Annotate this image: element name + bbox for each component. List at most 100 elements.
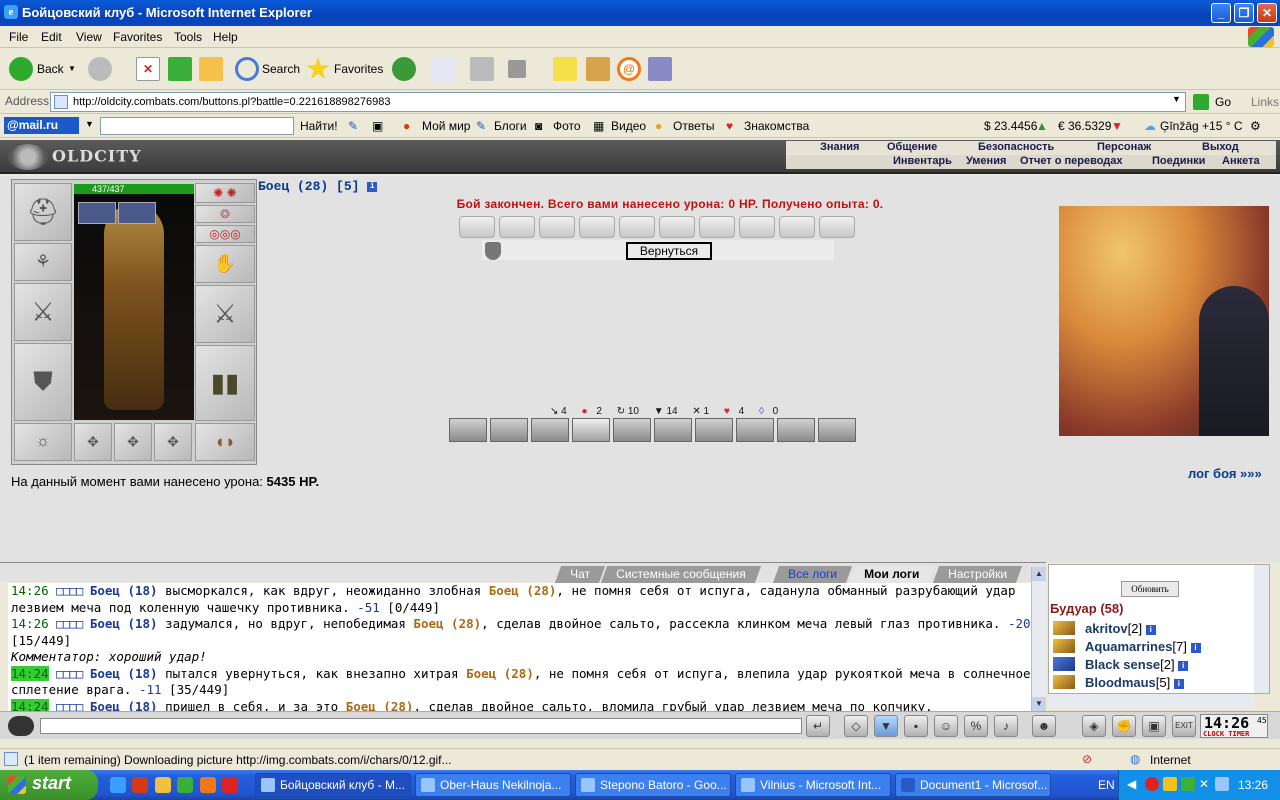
scroll-up-icon[interactable]: ▲ (1032, 567, 1046, 581)
belt-slot[interactable]: ☼ (14, 423, 72, 461)
scroll-slot[interactable] (539, 216, 575, 238)
info-icon[interactable]: i (1145, 624, 1156, 635)
task-oberhaus[interactable]: Ober-Haus Nekilnoja... (415, 773, 571, 797)
chat-avatar-icon[interactable] (8, 716, 34, 736)
skill-helm[interactable] (695, 418, 733, 442)
info-icon[interactable]: i (1173, 678, 1184, 689)
skill-attack[interactable] (449, 418, 487, 442)
room-title[interactable]: Будуар (58) (1050, 601, 1123, 616)
blocked-icon[interactable]: ⊘ (1082, 752, 1092, 766)
user-icon[interactable]: ☺ (934, 715, 958, 737)
private-message-icon[interactable] (1053, 657, 1075, 671)
fist-icon[interactable]: ✊ (1112, 715, 1136, 737)
users-horizontal-scrollbar[interactable] (1048, 694, 1254, 708)
tab-all-logs[interactable]: Все логи (772, 566, 852, 583)
language-indicator[interactable]: EN (1098, 778, 1115, 792)
minimize-button[interactable]: _ (1211, 3, 1231, 23)
exit-icon[interactable]: EXIT (1172, 715, 1196, 737)
maximize-button[interactable]: ❐ (1234, 3, 1254, 23)
scroll-slot[interactable] (659, 216, 695, 238)
user-item[interactable]: Aquamarrines[7] i (1085, 639, 1201, 654)
print-icon[interactable] (470, 57, 494, 81)
scroll-slot[interactable] (619, 216, 655, 238)
scroll-slot[interactable] (579, 216, 615, 238)
menu-favorites[interactable]: Favorites (113, 30, 162, 44)
mailru-logo[interactable]: @mail.ru (4, 117, 79, 134)
weapon-slot[interactable]: ⚔ (14, 283, 72, 341)
private-message-icon[interactable] (1053, 675, 1075, 689)
user-item[interactable]: Bloodmaus[5] i (1085, 675, 1184, 690)
skill-strike[interactable] (531, 418, 569, 442)
user-item[interactable]: Black sense[2] i (1085, 657, 1189, 672)
mailru-link-blogs[interactable]: Блоги (494, 119, 527, 133)
clip-icon[interactable]: ▣ (372, 119, 383, 133)
translit-icon[interactable]: % (964, 715, 988, 737)
nav-skills[interactable]: Умения (966, 155, 1006, 167)
mailru-link-photo[interactable]: Фото (553, 119, 581, 133)
history-icon[interactable] (392, 57, 416, 81)
menu-view[interactable]: View (76, 30, 102, 44)
nav-inventory[interactable]: Инвентарь (893, 155, 952, 167)
app-quicklaunch-icon[interactable] (155, 777, 171, 793)
armor-slot[interactable]: ⛊ (14, 343, 72, 421)
tray-security-icon[interactable] (1145, 777, 1159, 791)
info-icon[interactable]: i (367, 181, 378, 192)
at-mail-icon[interactable]: @ (617, 57, 641, 81)
start-button[interactable]: start (0, 770, 98, 800)
tray-network-icon[interactable] (1181, 777, 1195, 791)
mailru-settings-icon[interactable]: ⚙ (1250, 119, 1261, 133)
buff-slot-1[interactable] (78, 202, 116, 224)
weather-text[interactable]: Ģīnžāg +15 ° C (1160, 119, 1243, 133)
battle-log-link[interactable]: лог боя »»» (1188, 466, 1262, 481)
task-vilnius[interactable]: Vilnius - Microsoft Int... (735, 773, 891, 797)
return-button[interactable]: Вернуться (626, 242, 712, 260)
rings-slot[interactable]: ◎◎◎ (195, 225, 255, 243)
scroll-slot[interactable] (779, 216, 815, 238)
sound-icon[interactable]: ♪ (994, 715, 1018, 737)
tray-back-icon[interactable]: ◀ (1127, 777, 1136, 791)
scroll-slot[interactable] (819, 216, 855, 238)
back-button-label[interactable]: Back (37, 62, 64, 76)
media-quicklaunch-icon[interactable] (200, 777, 216, 793)
nav-profile[interactable]: Анкета (1222, 155, 1260, 167)
lock-icon[interactable]: ▣ (1142, 715, 1166, 737)
boots-slot[interactable]: ◖◗ (195, 423, 255, 461)
links-label[interactable]: Links (1251, 95, 1279, 109)
search-button-label[interactable]: Search (262, 62, 300, 76)
mailru-link-dating[interactable]: Знакомства (744, 119, 809, 133)
nav-character[interactable]: Персонаж (1097, 141, 1151, 153)
refresh-button[interactable]: Обновить (1121, 581, 1179, 597)
bracers-slot[interactable]: ⚘ (14, 243, 72, 281)
mail-icon[interactable] (431, 57, 455, 81)
skill-power[interactable] (654, 418, 692, 442)
opera-quicklaunch-icon[interactable] (132, 777, 148, 793)
address-dropdown-icon[interactable]: ▼ (1172, 94, 1181, 104)
refresh-icon[interactable] (168, 57, 192, 81)
private-message-icon[interactable] (1053, 621, 1075, 635)
home-icon[interactable] (199, 57, 223, 81)
edit-icon[interactable] (508, 60, 526, 78)
nav-social[interactable]: Общение (887, 141, 937, 153)
address-url[interactable]: http://oldcity.combats.com/buttons.pl?ba… (73, 96, 391, 108)
usd-rate[interactable]: $ 23.4456 (984, 119, 1037, 133)
skill-shield[interactable] (613, 418, 651, 442)
nav-security[interactable]: Безопасность (978, 141, 1054, 153)
tray-error-icon[interactable]: ✕ (1199, 777, 1209, 791)
clock-timer[interactable]: 14:26 45 CLOCK TIMER (1200, 714, 1268, 738)
private-message-icon[interactable] (1053, 639, 1075, 653)
chat-input[interactable] (40, 718, 802, 734)
mailru-link-myworld[interactable]: Мой мир (422, 119, 470, 133)
back-dropdown-icon[interactable]: ▼ (68, 64, 76, 73)
tab-system-messages[interactable]: Системные сообщения (600, 566, 761, 583)
tray-shield-icon[interactable] (1163, 777, 1177, 791)
shield-slot[interactable]: ⚔ (195, 285, 255, 343)
search-icon[interactable] (235, 57, 259, 81)
desktop-quicklaunch-icon[interactable] (177, 777, 193, 793)
scroll-slot[interactable] (499, 216, 535, 238)
smiley-icon[interactable]: ☻ (1032, 715, 1056, 737)
skill-crossed[interactable] (777, 418, 815, 442)
character-name[interactable]: Боец (28) [5] i (258, 179, 378, 194)
mailru-link-video[interactable]: Видео (611, 119, 646, 133)
messenger-icon[interactable] (648, 57, 672, 81)
back-arrow-icon[interactable] (9, 57, 33, 81)
